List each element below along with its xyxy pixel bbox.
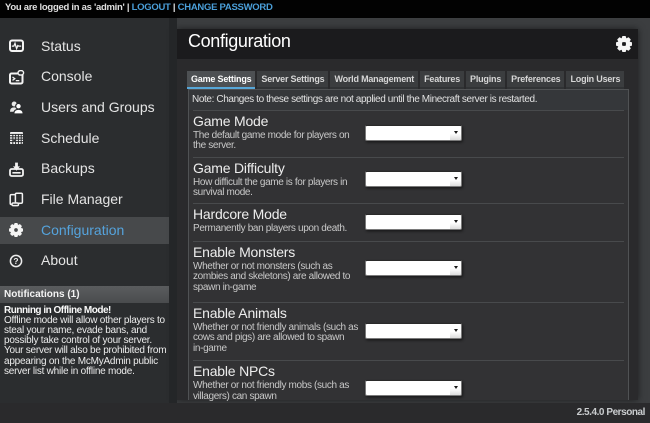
svg-text:?: ?	[13, 256, 18, 266]
